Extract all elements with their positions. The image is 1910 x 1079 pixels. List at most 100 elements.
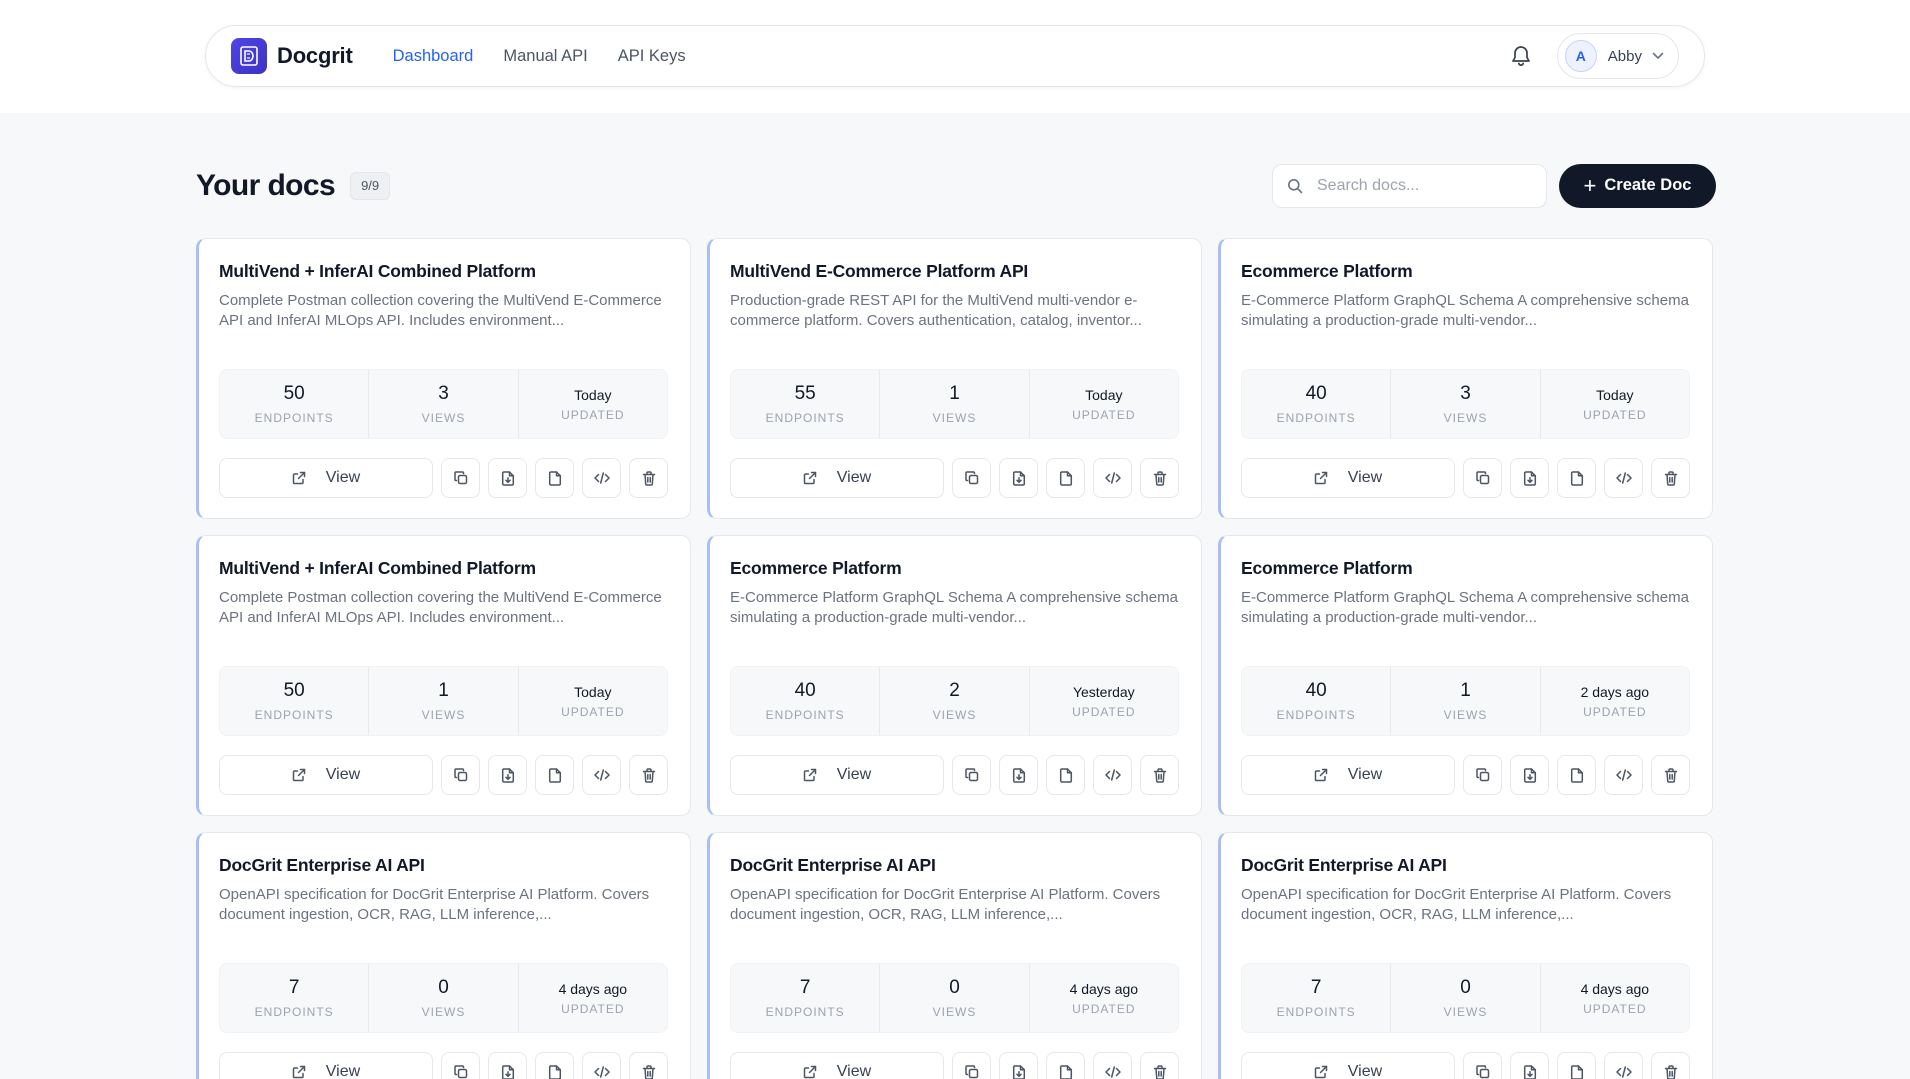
nav-dashboard[interactable]: Dashboard — [393, 47, 474, 66]
delete-button[interactable] — [1140, 1052, 1179, 1079]
code-icon — [1104, 471, 1121, 485]
duplicate-button[interactable] — [952, 458, 991, 498]
updated-value: 4 days ago — [1580, 980, 1650, 997]
doc-title[interactable]: DocGrit Enterprise AI API — [1241, 855, 1690, 876]
bell-icon[interactable] — [1509, 44, 1533, 68]
updated-label: UPDATED — [1072, 1001, 1136, 1016]
doc-actions: View — [1241, 458, 1690, 498]
delete-button[interactable] — [629, 1052, 668, 1079]
file-import-icon — [1523, 1064, 1537, 1079]
file-button[interactable] — [1046, 458, 1085, 498]
duplicate-button[interactable] — [441, 755, 480, 795]
embed-code-button[interactable] — [1093, 755, 1132, 795]
embed-code-button[interactable] — [582, 755, 621, 795]
import-button[interactable] — [488, 458, 527, 498]
view-button[interactable]: View — [219, 1052, 433, 1079]
search-input[interactable] — [1317, 176, 1527, 195]
duplicate-button[interactable] — [1463, 458, 1502, 498]
trash-icon — [642, 1064, 656, 1079]
doc-title[interactable]: DocGrit Enterprise AI API — [730, 855, 1179, 876]
trash-icon — [1664, 470, 1678, 486]
updated-value: Today — [1085, 386, 1123, 403]
delete-button[interactable] — [1140, 458, 1179, 498]
embed-code-button[interactable] — [1604, 1052, 1643, 1079]
file-button[interactable] — [535, 1052, 574, 1079]
import-button[interactable] — [1510, 1052, 1549, 1079]
embed-code-button[interactable] — [582, 1052, 621, 1079]
view-button[interactable]: View — [219, 458, 433, 498]
external-link-icon — [1314, 471, 1338, 485]
user-menu[interactable]: A Abby — [1556, 33, 1679, 79]
views-label: VIEWS — [421, 1005, 466, 1019]
stat-updated: 4 days ago UPDATED — [1541, 964, 1689, 1032]
duplicate-button[interactable] — [441, 1052, 480, 1079]
create-doc-button[interactable]: + Create Doc — [1559, 163, 1716, 208]
file-button[interactable] — [1557, 1052, 1596, 1079]
doc-description: Complete Postman collection covering the… — [219, 589, 662, 626]
doc-title[interactable]: Ecommerce Platform — [730, 558, 1179, 579]
delete-button[interactable] — [629, 755, 668, 795]
embed-code-button[interactable] — [1604, 458, 1643, 498]
view-button[interactable]: View — [1241, 755, 1455, 795]
views-label: VIEWS — [421, 708, 466, 722]
view-button[interactable]: View — [730, 755, 944, 795]
import-button[interactable] — [488, 1052, 527, 1079]
file-icon — [1059, 470, 1073, 486]
view-button[interactable]: View — [730, 458, 944, 498]
doc-title[interactable]: Ecommerce Platform — [1241, 558, 1690, 579]
endpoints-value: 7 — [288, 977, 300, 998]
nav-api-keys[interactable]: API Keys — [618, 47, 686, 66]
view-button[interactable]: View — [1241, 458, 1455, 498]
file-icon — [548, 767, 562, 783]
stat-endpoints: 7 ENDPOINTS — [731, 964, 881, 1032]
delete-button[interactable] — [1140, 755, 1179, 795]
doc-stats: 7 ENDPOINTS 0 VIEWS 4 days ago UPDATED — [219, 963, 668, 1033]
embed-code-button[interactable] — [1093, 458, 1132, 498]
import-button[interactable] — [1510, 755, 1549, 795]
trash-icon — [1153, 1064, 1167, 1079]
embed-code-button[interactable] — [1093, 1052, 1132, 1079]
delete-button[interactable] — [1651, 755, 1690, 795]
duplicate-button[interactable] — [441, 458, 480, 498]
duplicate-button[interactable] — [1463, 1052, 1502, 1079]
file-button[interactable] — [1557, 458, 1596, 498]
file-button[interactable] — [535, 755, 574, 795]
file-button[interactable] — [1046, 1052, 1085, 1079]
file-button[interactable] — [1557, 755, 1596, 795]
endpoints-value: 40 — [794, 680, 816, 701]
trash-icon — [642, 767, 656, 783]
stat-views: 2 VIEWS — [880, 667, 1030, 735]
file-button[interactable] — [1046, 755, 1085, 795]
duplicate-button[interactable] — [952, 1052, 991, 1079]
external-link-icon — [803, 1065, 827, 1079]
updated-label: UPDATED — [1583, 407, 1647, 422]
views-label: VIEWS — [1443, 708, 1488, 722]
external-link-icon — [803, 471, 827, 485]
delete-button[interactable] — [1651, 458, 1690, 498]
delete-button[interactable] — [629, 458, 668, 498]
embed-code-button[interactable] — [1604, 755, 1643, 795]
doc-title[interactable]: MultiVend + InferAI Combined Platform — [219, 558, 668, 579]
views-label: VIEWS — [932, 411, 977, 425]
import-button[interactable] — [999, 1052, 1038, 1079]
view-button[interactable]: View — [219, 755, 433, 795]
doc-title[interactable]: MultiVend E-Commerce Platform API — [730, 261, 1179, 282]
import-button[interactable] — [488, 755, 527, 795]
doc-title[interactable]: Ecommerce Platform — [1241, 261, 1690, 282]
view-button[interactable]: View — [1241, 1052, 1455, 1079]
duplicate-button[interactable] — [952, 755, 991, 795]
views-value: 0 — [949, 977, 960, 998]
delete-button[interactable] — [1651, 1052, 1690, 1079]
doc-actions: View — [219, 755, 668, 795]
doc-title[interactable]: DocGrit Enterprise AI API — [219, 855, 668, 876]
import-button[interactable] — [1510, 458, 1549, 498]
duplicate-button[interactable] — [1463, 755, 1502, 795]
file-button[interactable] — [535, 458, 574, 498]
embed-code-button[interactable] — [582, 458, 621, 498]
import-button[interactable] — [999, 755, 1038, 795]
doc-title[interactable]: MultiVend + InferAI Combined Platform — [219, 261, 668, 282]
nav-manual-api[interactable]: Manual API — [503, 47, 587, 66]
brand[interactable]: Docgrit — [231, 38, 353, 74]
view-button[interactable]: View — [730, 1052, 944, 1079]
import-button[interactable] — [999, 458, 1038, 498]
